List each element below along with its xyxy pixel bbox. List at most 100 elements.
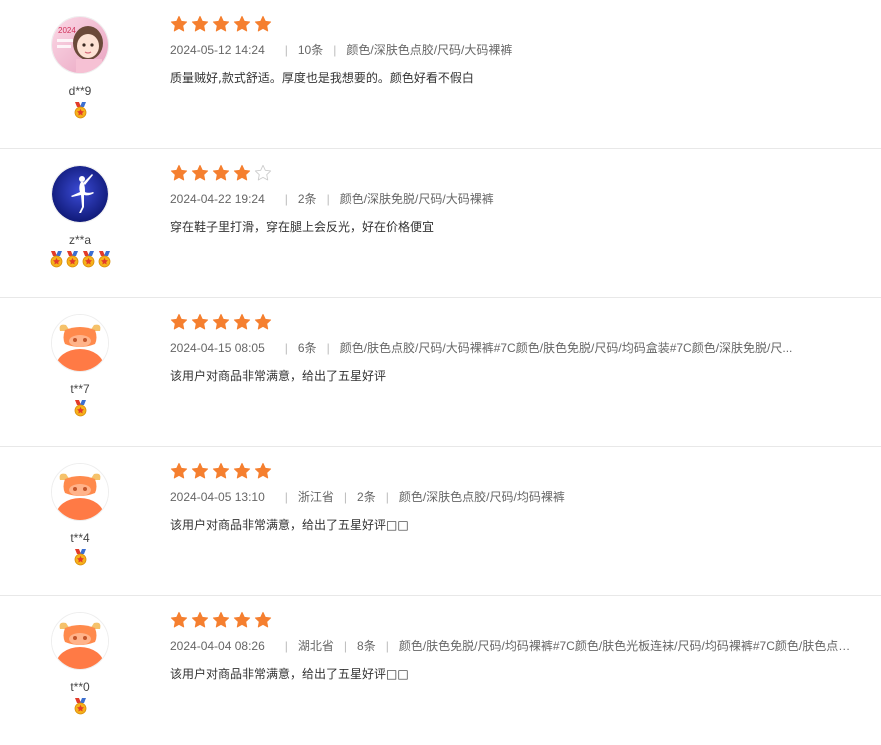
- star-filled-icon: [254, 15, 272, 33]
- review-region: 浙江省: [297, 490, 334, 504]
- star-filled-icon: [233, 462, 251, 480]
- star-filled-icon: [233, 164, 251, 182]
- review-item: z**a 2024-04-22 19:24 | 2条 | 颜色/深肤免脱/尺码/大码裸裤…: [0, 149, 881, 298]
- medal-icon: [73, 102, 88, 119]
- divider: |: [343, 639, 348, 653]
- review-date: 2024-04-22 19:24: [170, 192, 265, 206]
- star-filled-icon: [170, 611, 188, 629]
- review-spec: 颜色/肤色点胶/尺码/大码裸裤#7C颜色/肤色免脱/尺码/均码盒装#7C颜色/深…: [339, 341, 793, 355]
- divider: |: [385, 639, 389, 653]
- star-rating: [170, 164, 861, 182]
- review-spec: 颜色/深肤色点胶/尺码/大码裸裤: [346, 43, 513, 57]
- reviewer-name: t**0: [70, 680, 90, 694]
- divider: |: [343, 490, 348, 504]
- star-filled-icon: [191, 462, 209, 480]
- reviewer-name: t**7: [70, 382, 90, 396]
- star-filled-icon: [254, 611, 272, 629]
- review-text: 该用户对商品非常满意，给出了五星好评□□: [170, 518, 409, 532]
- star-filled-icon: [233, 313, 251, 331]
- review-meta: 2024-04-05 13:10 | 浙江省 | 2条 | 颜色/深肤色点胶/尺码/均码裸裤: [170, 489, 860, 505]
- star-filled-icon: [191, 313, 209, 331]
- reviewer: t**4: [40, 463, 120, 567]
- divider: |: [284, 341, 288, 355]
- review-content: 2024-05-12 14:24 | 10条 | 颜色/深肤色点胶/尺码/大码裸裤 质量…: [170, 15, 861, 86]
- star-filled-icon: [170, 164, 188, 182]
- review-count: 8条: [357, 639, 376, 653]
- svg-text:2024: 2024: [58, 26, 76, 35]
- divider: |: [284, 43, 288, 57]
- star-rating: [170, 15, 861, 33]
- star-filled-icon: [170, 15, 188, 33]
- review-count: 6条: [297, 341, 317, 355]
- star-rating: [170, 611, 861, 629]
- avatar[interactable]: [51, 165, 109, 223]
- reviewer: t**7: [40, 314, 120, 418]
- divider: |: [284, 192, 288, 206]
- star-rating: [170, 462, 861, 480]
- member-level: [40, 549, 120, 567]
- avatar[interactable]: [51, 612, 109, 670]
- star-filled-icon: [233, 15, 251, 33]
- review-meta: 2024-04-15 08:05 | 6条 | 颜色/肤色点胶/尺码/大码裸裤#7C颜色…: [170, 340, 860, 356]
- review-list: 2024 d**9 2024-05-12 14:24 | 10条 | 颜色/深肤色点胶/…: [0, 0, 881, 745]
- reviewer: t**0: [40, 612, 120, 716]
- avatar[interactable]: 2024: [51, 16, 109, 74]
- review-item: 2024 d**9 2024-05-12 14:24 | 10条 | 颜色/深肤色点胶/…: [0, 0, 881, 149]
- review-meta: 2024-04-04 08:26 | 湖北省 | 8条 | 颜色/肤色免脱/尺码/均码裸裤#…: [170, 638, 860, 654]
- star-filled-icon: [191, 611, 209, 629]
- divider: |: [284, 639, 288, 653]
- review-content: 2024-04-15 08:05 | 6条 | 颜色/肤色点胶/尺码/大码裸裤#7C颜色…: [170, 313, 861, 384]
- medal-icon: [65, 251, 80, 268]
- review-count: 2条: [357, 490, 376, 504]
- medal-icon: [73, 549, 88, 566]
- member-level: [40, 400, 120, 418]
- review-date: 2024-04-15 08:05: [170, 341, 265, 355]
- star-filled-icon: [233, 611, 251, 629]
- avatar[interactable]: [51, 463, 109, 521]
- review-spec: 颜色/深肤免脱/尺码/大码裸裤: [339, 192, 494, 206]
- review-meta: 2024-05-12 14:24 | 10条 | 颜色/深肤色点胶/尺码/大码裸裤: [170, 42, 860, 58]
- medal-icon: [81, 251, 96, 268]
- medal-icon: [73, 698, 88, 715]
- member-level: [40, 698, 120, 716]
- review-count: 2条: [297, 192, 317, 206]
- review-spec: 颜色/肤色免脱/尺码/均码裸裤#7C颜色/肤色光板连袜/尺码/均码裸裤#7C颜色…: [398, 639, 860, 653]
- star-filled-icon: [254, 462, 272, 480]
- review-text: 该用户对商品非常满意，给出了五星好评□□: [170, 667, 409, 681]
- medal-icon: [49, 251, 64, 268]
- reviewer: 2024 d**9: [40, 16, 120, 120]
- medal-icon: [97, 251, 112, 268]
- reviewer-name: z**a: [68, 233, 91, 247]
- star-filled-icon: [191, 15, 209, 33]
- review-content: 2024-04-22 19:24 | 2条 | 颜色/深肤免脱/尺码/大码裸裤 穿在鞋子…: [170, 164, 861, 235]
- review-text: 质量贼好,款式舒适。厚度也是我想要的。颜色好看不假白: [170, 71, 474, 85]
- review-item: t**7 2024-04-15 08:05 | 6条 | 颜色/肤色点胶/尺码/大码裸裤…: [0, 298, 881, 447]
- star-filled-icon: [212, 313, 230, 331]
- review-item: t**4 2024-04-05 13:10 | 浙江省 | 2条 | 颜色/深肤色点胶/尺码…: [0, 447, 881, 596]
- review-content: 2024-04-05 13:10 | 浙江省 | 2条 | 颜色/深肤色点胶/尺码/均码裸裤…: [170, 462, 861, 533]
- star-filled-icon: [212, 462, 230, 480]
- star-rating: [170, 313, 861, 331]
- member-level: [40, 102, 120, 120]
- review-date: 2024-04-04 08:26: [170, 639, 265, 653]
- star-filled-icon: [212, 164, 230, 182]
- star-filled-icon: [254, 313, 272, 331]
- star-filled-icon: [170, 313, 188, 331]
- star-filled-icon: [170, 462, 188, 480]
- divider: |: [333, 43, 337, 57]
- review-content: 2024-04-04 08:26 | 湖北省 | 8条 | 颜色/肤色免脱/尺码/均码裸裤#…: [170, 611, 861, 682]
- review-text: 穿在鞋子里打滑，穿在腿上会反光，好在价格便宜: [170, 220, 435, 234]
- medal-icon: [73, 400, 88, 417]
- review-date: 2024-05-12 14:24: [170, 43, 265, 57]
- review-date: 2024-04-05 13:10: [170, 490, 265, 504]
- divider: |: [326, 341, 330, 355]
- member-level: [40, 251, 120, 269]
- divider: |: [284, 490, 288, 504]
- avatar[interactable]: [51, 314, 109, 372]
- divider: |: [385, 490, 389, 504]
- reviewer: z**a: [40, 165, 120, 269]
- reviewer-name: d**9: [68, 84, 92, 98]
- star-filled-icon: [212, 611, 230, 629]
- review-text: 该用户对商品非常满意，给出了五星好评: [170, 369, 387, 383]
- star-filled-icon: [191, 164, 209, 182]
